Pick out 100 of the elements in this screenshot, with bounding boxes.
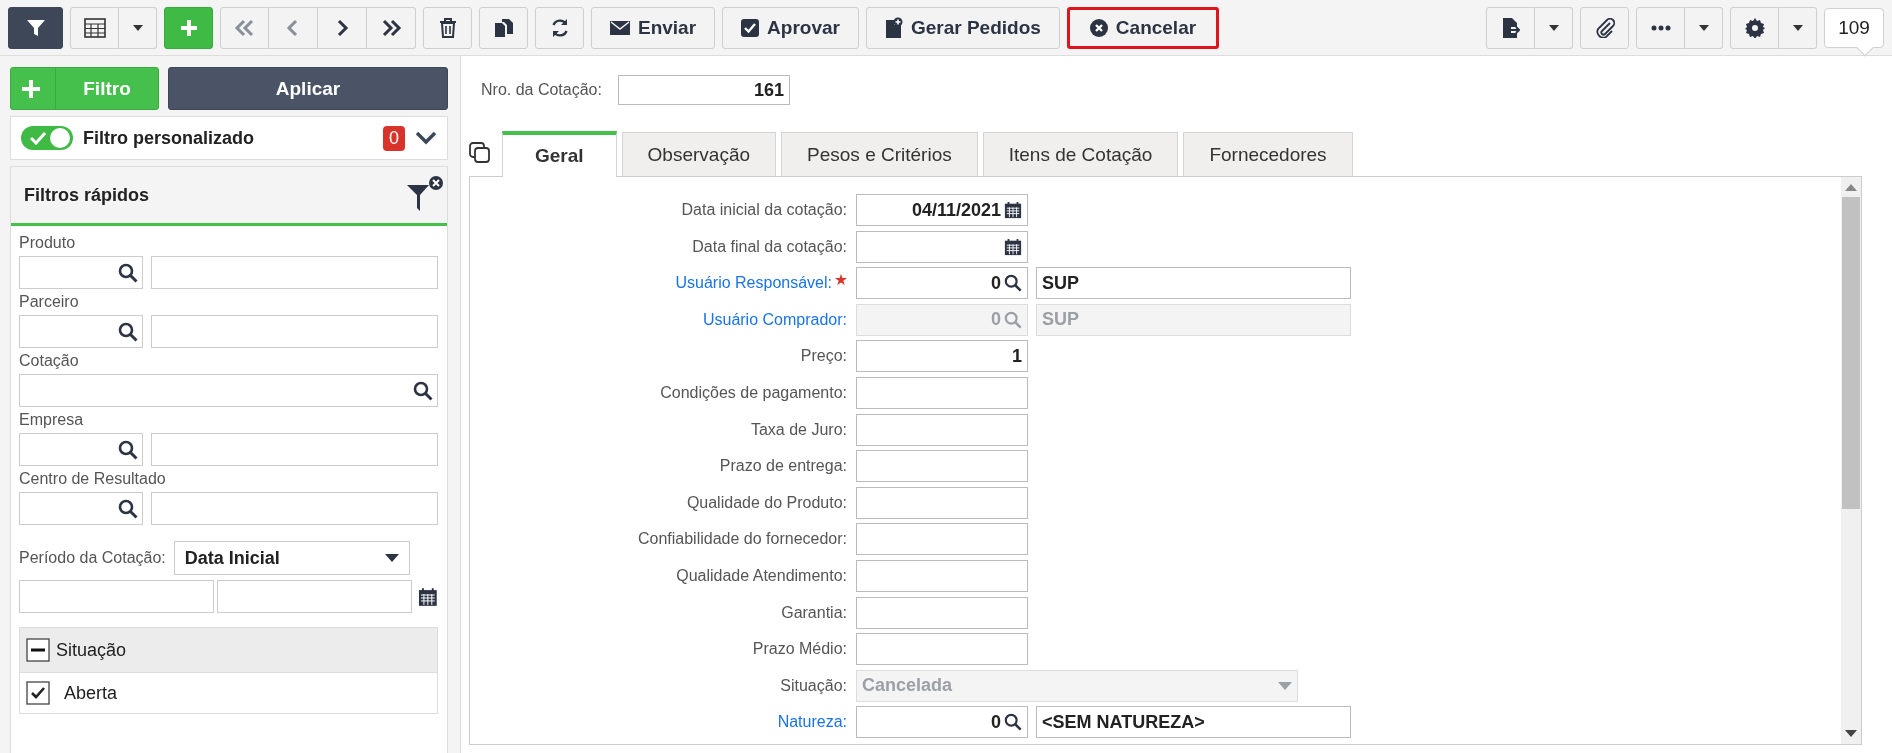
- filter-label: Cotação: [19, 352, 80, 370]
- search-icon[interactable]: [118, 498, 138, 519]
- search-icon[interactable]: [1004, 274, 1022, 293]
- description-field[interactable]: [151, 256, 438, 289]
- quote-number-field[interactable]: 161: [617, 75, 790, 105]
- document-plus-icon: [884, 16, 903, 39]
- calendar-icon[interactable]: [1004, 201, 1022, 219]
- caret-icon: [1791, 23, 1804, 32]
- code-field[interactable]: [19, 256, 143, 289]
- record-count-bubble: 109: [1824, 7, 1884, 48]
- code-field[interactable]: [19, 433, 143, 466]
- quick-filters-title: Filtros rápidos: [24, 184, 149, 206]
- duplicate-button[interactable]: [479, 6, 528, 49]
- field-label: Nro. da Cotação:: [481, 81, 602, 99]
- description-field[interactable]: SUP: [1036, 267, 1351, 300]
- tab[interactable]: Fornecedores: [1183, 132, 1353, 176]
- checkbox[interactable]: [26, 681, 50, 705]
- more-button[interactable]: [1636, 6, 1685, 49]
- description-field[interactable]: [151, 433, 438, 466]
- next-page-button[interactable]: [318, 6, 367, 49]
- description-field[interactable]: <SEM NATUREZA>: [1036, 706, 1351, 739]
- description-field[interactable]: [151, 315, 438, 348]
- start-date-field[interactable]: [19, 580, 215, 613]
- delete-button[interactable]: [423, 6, 472, 49]
- caret-icon: [1278, 681, 1292, 690]
- date-field[interactable]: [856, 230, 1028, 263]
- search-icon[interactable]: [118, 262, 138, 283]
- status-group-header[interactable]: Situação: [20, 628, 437, 673]
- refresh-button[interactable]: [535, 6, 584, 49]
- field-label: Data final da cotação:: [692, 237, 847, 256]
- text-field[interactable]: 1: [856, 340, 1028, 373]
- field-link[interactable]: Natureza:: [777, 713, 847, 732]
- tab[interactable]: Pesos e Critérios: [781, 132, 978, 176]
- text-field[interactable]: [856, 633, 1028, 666]
- tab[interactable]: Observação: [621, 132, 777, 176]
- calendar-icon[interactable]: [1004, 237, 1022, 256]
- filter-label: Centro de Resultado: [19, 470, 167, 488]
- code-field[interactable]: [19, 315, 143, 348]
- double-chevron-icon: [380, 17, 402, 38]
- plus-icon: [178, 17, 199, 38]
- text-field[interactable]: [856, 450, 1028, 483]
- paperclip-icon: [1594, 17, 1615, 38]
- tab[interactable]: Geral: [502, 131, 617, 177]
- attachment-button[interactable]: [1580, 6, 1629, 49]
- end-date-field[interactable]: [217, 580, 413, 613]
- envelope-icon: [610, 19, 630, 36]
- scrollbar[interactable]: [1841, 177, 1861, 744]
- calendar-icon[interactable]: [418, 586, 438, 607]
- code-field[interactable]: 0: [856, 267, 1028, 300]
- option-label: Aberta: [64, 682, 118, 704]
- copy-icon: [493, 17, 514, 38]
- code-field[interactable]: 0: [856, 706, 1028, 739]
- filter-label: Empresa: [19, 411, 85, 429]
- field-label: Prazo de entrega:: [719, 457, 847, 476]
- filter-label: Produto: [19, 234, 77, 252]
- search-icon[interactable]: [118, 321, 138, 342]
- document-arrow-icon: [1501, 16, 1520, 39]
- tab[interactable]: Itens de Cotação: [982, 132, 1179, 176]
- trash-icon: [438, 17, 457, 38]
- settings-button[interactable]: [1730, 6, 1779, 49]
- search-icon[interactable]: [1004, 713, 1022, 732]
- approve-button[interactable]: Aprovar: [722, 6, 859, 49]
- text-field[interactable]: [856, 376, 1028, 409]
- field-label: Taxa de Juro:: [750, 420, 847, 439]
- collapse-icon[interactable]: [26, 638, 50, 662]
- search-field[interactable]: [19, 374, 438, 407]
- copy-icon[interactable]: [469, 142, 491, 164]
- code-field[interactable]: [19, 492, 143, 525]
- apply-button[interactable]: Aplicar: [168, 67, 448, 110]
- cancel-button[interactable]: Cancelar: [1066, 6, 1220, 49]
- field-label: Data inicial da cotação:: [681, 201, 847, 219]
- search-icon[interactable]: [413, 380, 433, 401]
- text-field[interactable]: [856, 486, 1028, 519]
- period-dropdown[interactable]: Data Inicial: [173, 541, 410, 575]
- checkbox-icon: [741, 18, 760, 37]
- last-page-button[interactable]: [367, 6, 416, 49]
- text-field[interactable]: [856, 413, 1028, 446]
- description-field[interactable]: [151, 492, 438, 525]
- check-icon: [29, 131, 47, 145]
- toggle-switch[interactable]: [21, 126, 73, 150]
- text-field[interactable]: [856, 523, 1028, 556]
- scroll-up-icon[interactable]: [1845, 183, 1857, 191]
- double-chevron-icon: [233, 17, 256, 38]
- chevron-down-icon[interactable]: [415, 131, 437, 145]
- text-field[interactable]: [856, 559, 1028, 592]
- send-button[interactable]: Enviar: [591, 6, 716, 49]
- export-button[interactable]: [1486, 6, 1535, 49]
- field-label: Qualidade do Produto:: [686, 493, 847, 512]
- ellipsis-icon: [1650, 24, 1671, 31]
- filter-count-badge: 0: [383, 125, 405, 151]
- filter-toggle-button[interactable]: [8, 6, 63, 49]
- generate-button[interactable]: Gerar Pedidos: [865, 6, 1060, 49]
- field-label: Prazo Médio:: [752, 640, 847, 659]
- grid-view-button[interactable]: [70, 6, 119, 49]
- text-field[interactable]: [856, 596, 1028, 629]
- add-button[interactable]: [164, 6, 213, 49]
- search-icon[interactable]: [118, 439, 138, 460]
- scroll-down-icon[interactable]: [1845, 730, 1857, 738]
- date-field[interactable]: 04/11/2021: [856, 194, 1028, 226]
- field-link[interactable]: Usuário Responsável:: [675, 274, 832, 293]
